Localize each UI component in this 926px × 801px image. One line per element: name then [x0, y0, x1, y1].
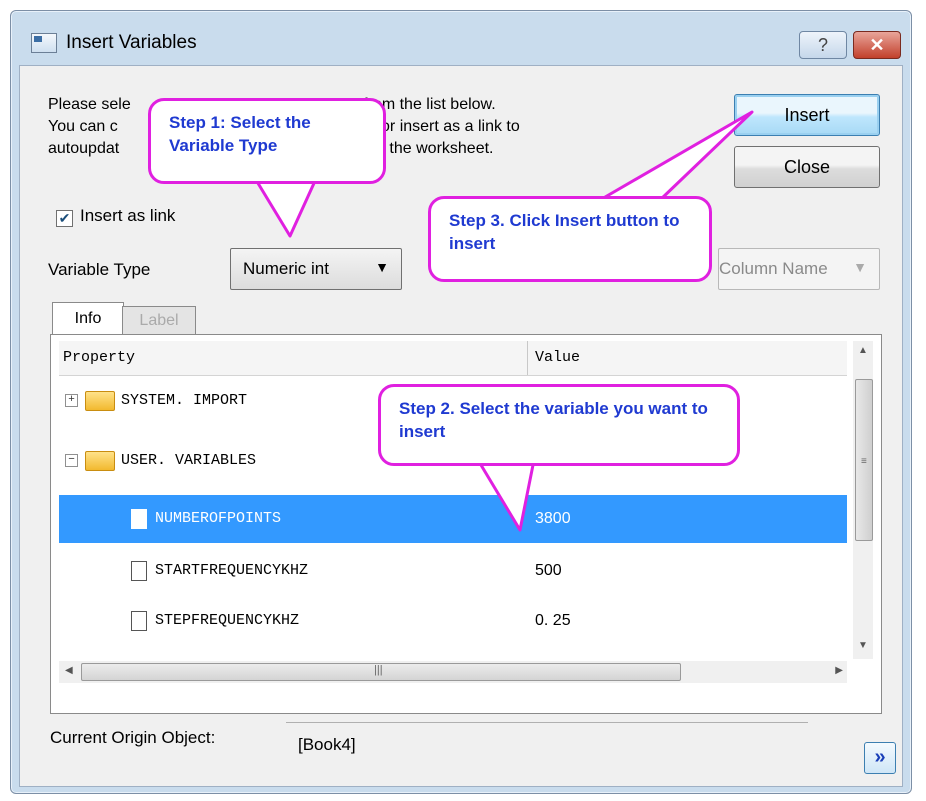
- grip-icon: |||: [374, 664, 383, 676]
- instructions-line1-start: Please sele: [48, 96, 131, 113]
- instructions-line3-start: autoupdat: [48, 140, 120, 157]
- app-window-icon: [31, 33, 57, 53]
- insert-button[interactable]: Insert: [734, 94, 880, 136]
- title-bar: Insert Variables ? ✕: [11, 11, 911, 65]
- folder-icon: [85, 451, 115, 471]
- close-button[interactable]: Close: [734, 146, 880, 188]
- row-name: USER. VARIABLES: [121, 452, 257, 469]
- column-header-property[interactable]: Property: [63, 349, 135, 366]
- horizontal-scrollbar[interactable]: ◀ ||| ▶: [59, 661, 847, 683]
- chevron-down-icon: ▼: [853, 259, 867, 275]
- grip-icon: ≡: [861, 456, 867, 467]
- column-name-value: Column Name: [719, 259, 828, 278]
- dialog-title: Insert Variables: [66, 32, 197, 53]
- variable-type-dropdown[interactable]: Numeric int ▼: [230, 248, 402, 290]
- tree-row-stepfrequencykhz[interactable]: STEPFREQUENCYKHZ 0. 25: [59, 597, 847, 645]
- current-origin-object-label: Current Origin Object:: [50, 728, 216, 747]
- scroll-right-arrow-icon[interactable]: ▶: [835, 665, 843, 676]
- row-value: 500: [535, 562, 562, 579]
- row-name: NUMBEROFPOINTS: [155, 510, 282, 527]
- row-value: 3800: [535, 510, 571, 527]
- document-icon: [131, 561, 147, 581]
- vertical-scrollbar[interactable]: ▲ ≡ ▼: [853, 341, 873, 659]
- scroll-left-arrow-icon[interactable]: ◀: [65, 665, 73, 676]
- insert-as-link-label: Insert as link: [80, 206, 176, 225]
- tree-row-numberofpoints[interactable]: NUMBEROFPOINTS 3800: [59, 495, 847, 543]
- step3-callout: Step 3. Click Insert button to insert: [428, 196, 712, 282]
- tree-row-startfrequencykhz[interactable]: STARTFREQUENCYKHZ 500: [59, 547, 847, 595]
- grid-header: Property Value: [59, 341, 847, 376]
- column-header-value[interactable]: Value: [535, 349, 580, 366]
- close-window-button[interactable]: ✕: [853, 31, 901, 59]
- variable-type-label: Variable Type: [48, 260, 151, 279]
- row-value: 0. 25: [535, 612, 571, 629]
- tab-label[interactable]: Label: [122, 306, 196, 335]
- scroll-up-arrow-icon[interactable]: ▲: [858, 345, 868, 356]
- current-origin-object-value: [Book4]: [298, 735, 356, 754]
- document-icon: [131, 509, 147, 529]
- row-name: STEPFREQUENCYKHZ: [155, 612, 300, 629]
- horizontal-scroll-thumb[interactable]: |||: [81, 663, 681, 681]
- help-button[interactable]: ?: [799, 31, 847, 59]
- row-name: STARTFREQUENCYKHZ: [155, 562, 309, 579]
- vertical-scroll-thumb[interactable]: ≡: [855, 379, 873, 541]
- current-origin-object-field: [Book4]: [286, 722, 808, 769]
- row-name: SYSTEM. IMPORT: [121, 392, 248, 409]
- chevron-down-icon: ▼: [375, 259, 389, 275]
- instructions-line2-start: You can c: [48, 118, 118, 135]
- expand-details-button[interactable]: »: [864, 742, 896, 774]
- document-icon: [131, 611, 147, 631]
- scroll-down-arrow-icon[interactable]: ▼: [858, 640, 868, 651]
- collapse-minus-icon[interactable]: −: [65, 454, 78, 467]
- step1-callout: Step 1: Select the Variable Type: [148, 98, 386, 184]
- folder-icon: [85, 391, 115, 411]
- tab-info[interactable]: Info: [52, 302, 124, 335]
- step2-callout: Step 2. Select the variable you want to …: [378, 384, 740, 466]
- expand-plus-icon[interactable]: +: [65, 394, 78, 407]
- column-name-dropdown[interactable]: Column Name ▼: [718, 248, 880, 290]
- insert-as-link-checkbox[interactable]: ✔: [56, 210, 73, 227]
- column-divider[interactable]: [527, 341, 528, 375]
- variable-type-value: Numeric int: [243, 259, 329, 278]
